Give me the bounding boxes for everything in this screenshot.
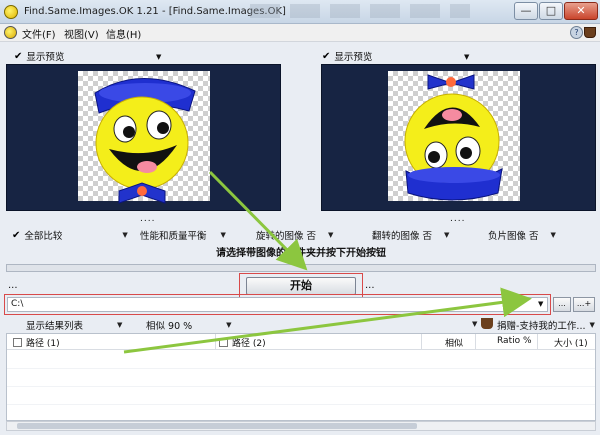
chevron-down-icon[interactable]: ▼	[122, 231, 127, 239]
horizontal-scrollbar[interactable]	[6, 421, 596, 431]
table-header: 路径 (1) 路径 (2) 相似 Ratio % 大小 (1)	[7, 334, 595, 350]
flipped-images-option[interactable]: 翻转的图像 否 ▼	[372, 228, 449, 242]
flipped-images-label: 翻转的图像 否	[372, 231, 433, 242]
chevron-down-icon[interactable]: ▼	[472, 320, 477, 328]
chevron-down-icon[interactable]: ▼	[538, 300, 543, 308]
select-all-checkbox-1[interactable]	[13, 338, 22, 347]
menu-view[interactable]: 视图(V)	[64, 26, 99, 41]
menu-file[interactable]: 文件(F)	[22, 26, 56, 41]
results-table[interactable]: 路径 (1) 路径 (2) 相似 Ratio % 大小 (1)	[6, 333, 596, 421]
row-divider	[7, 386, 595, 387]
title-bar-background	[250, 4, 470, 18]
column-size-1[interactable]: 大小 (1)	[554, 336, 588, 349]
app-icon	[4, 5, 18, 19]
negative-images-option[interactable]: 负片图像 否 ▼	[488, 228, 556, 242]
column-divider[interactable]	[215, 334, 216, 350]
chevron-down-icon[interactable]: ▼	[444, 231, 449, 239]
chevron-down-icon[interactable]: ▼	[221, 231, 226, 239]
row-divider	[7, 368, 595, 369]
rotated-images-label: 旋转的图像 否	[256, 231, 317, 242]
column-path-2[interactable]: 路径 (2)	[219, 336, 266, 349]
chevron-down-icon[interactable]: ▼	[464, 53, 469, 61]
minimize-button[interactable]: —	[514, 2, 538, 20]
donate-label: 捐赠-支持我的工作...	[497, 321, 586, 332]
title-bar: Find.Same.Images.OK 1.21 - [Find.Same.Im…	[0, 0, 600, 24]
compare-all-label: 全部比较	[24, 231, 63, 242]
status-message: 请选择带图像的文件夹并按下开始按钮	[216, 248, 386, 259]
quality-balance-option[interactable]: 性能和质量平衡 ▼	[140, 228, 226, 242]
chevron-down-icon[interactable]: ▼	[117, 321, 122, 329]
select-all-checkbox-2[interactable]	[219, 338, 228, 347]
column-path-1[interactable]: 路径 (1)	[13, 336, 60, 349]
column-divider[interactable]	[421, 334, 422, 350]
left-preview-label: 显示预览	[26, 52, 65, 63]
column-divider[interactable]	[537, 334, 538, 350]
scrollbar-thumb[interactable]	[17, 423, 417, 429]
right-dots: ...	[365, 280, 375, 291]
column-ratio[interactable]: Ratio %	[497, 336, 532, 346]
negative-images-label: 负片图像 否	[488, 231, 539, 242]
check-icon: ✔	[322, 50, 331, 62]
left-preview-panel[interactable]	[6, 64, 281, 211]
path-highlight: C:\ ▼	[4, 294, 551, 315]
start-button[interactable]: 开始	[246, 277, 356, 295]
left-preview-toggle[interactable]: ✔ 显示预览	[14, 49, 65, 64]
results-toolbar: 显示结果列表 ▼ 相似 90 % ▼ ▼ 捐赠-支持我的工作... ▼	[0, 316, 600, 332]
chevron-down-icon[interactable]: ▼	[226, 321, 231, 329]
chevron-down-icon[interactable]: ▼	[551, 231, 556, 239]
menu-bar: 文件(F) 视图(V) 信息(H) ?	[0, 24, 600, 42]
smiley-with-hat-rotated-icon	[404, 74, 503, 201]
smiley-with-hat-icon	[94, 78, 196, 204]
view-mode-label: 显示结果列表	[26, 321, 84, 332]
column-path-1-label: 路径 (1)	[26, 339, 60, 349]
donate-link[interactable]: 捐赠-支持我的工作... ▼	[497, 318, 595, 332]
similarity-select[interactable]: 相似 90 % ▼	[146, 318, 232, 332]
right-preview-footer: ....	[450, 214, 466, 224]
app-menu-icon[interactable]	[4, 26, 17, 39]
left-preview-footer: ....	[140, 214, 156, 224]
help-icon[interactable]: ?	[570, 26, 583, 39]
quality-balance-label: 性能和质量平衡	[140, 231, 207, 242]
coffee-icon[interactable]	[584, 27, 596, 38]
right-preview-panel[interactable]	[321, 64, 596, 211]
left-dots: ...	[8, 280, 18, 291]
compare-options-bar: ✔ 全部比较 ▼ 性能和质量平衡 ▼ 旋转的图像 否 ▼ 翻转的图像 否 ▼ 负…	[0, 224, 600, 244]
row-divider	[7, 404, 595, 405]
close-button[interactable]: ✕	[564, 2, 598, 20]
column-similarity[interactable]: 相似	[445, 336, 463, 349]
check-icon: ✔	[12, 229, 21, 241]
chevron-down-icon[interactable]: ▼	[590, 321, 595, 329]
progress-bar	[6, 264, 596, 272]
check-icon: ✔	[14, 50, 23, 62]
similarity-label: 相似 90 %	[146, 321, 193, 332]
column-divider[interactable]	[475, 334, 476, 350]
rotated-images-option[interactable]: 旋转的图像 否 ▼	[256, 228, 333, 242]
window-title: Find.Same.Images.OK 1.21 - [Find.Same.Im…	[24, 6, 286, 17]
view-mode-select[interactable]: 显示结果列表 ▼	[26, 318, 122, 332]
chevron-down-icon[interactable]: ▼	[328, 231, 333, 239]
maximize-button[interactable]: □	[539, 2, 563, 20]
coffee-icon[interactable]	[481, 318, 493, 329]
compare-all-option[interactable]: ✔ 全部比较 ▼	[12, 228, 128, 243]
add-folder-button[interactable]: ...+	[573, 297, 595, 312]
browse-button[interactable]: ...	[553, 297, 571, 312]
folder-path-input[interactable]: C:\	[7, 297, 548, 312]
right-preview-label: 显示预览	[334, 52, 373, 63]
chevron-down-icon[interactable]: ▼	[156, 53, 161, 61]
right-preview-toggle[interactable]: ✔ 显示预览	[322, 49, 373, 64]
column-path-2-label: 路径 (2)	[232, 339, 266, 349]
menu-info[interactable]: 信息(H)	[106, 26, 141, 41]
